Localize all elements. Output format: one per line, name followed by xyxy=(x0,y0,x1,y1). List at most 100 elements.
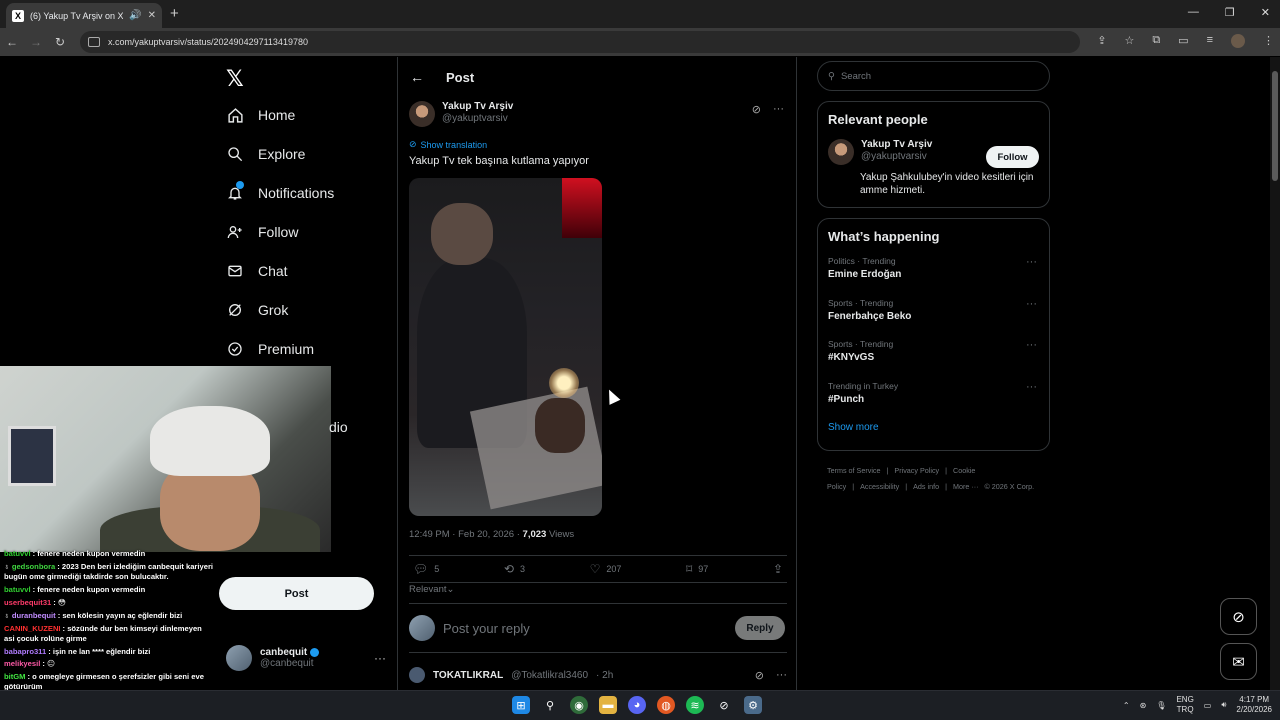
reply-author-handle[interactable]: @Tokatlikral3460 xyxy=(511,670,588,681)
bookmark-icon: ⌑ xyxy=(686,562,693,576)
grok-app-icon[interactable]: ⊘ xyxy=(715,696,733,714)
bookmark-action[interactable]: ⌑ 97 xyxy=(686,562,708,576)
x-logo-icon[interactable]: 𝕏 xyxy=(226,66,244,92)
more-icon[interactable]: ··· xyxy=(374,651,386,665)
avatar[interactable] xyxy=(828,139,854,165)
discord-icon[interactable]: ◕ xyxy=(628,696,646,714)
post-text: Yakup Tv tek başına kutlama yapıyor xyxy=(409,155,589,167)
person-handle[interactable]: @yakuptvarsiv xyxy=(861,151,932,162)
spotify-icon[interactable]: ≋ xyxy=(686,696,704,714)
post-button[interactable]: Post xyxy=(219,577,374,610)
nav-notifications[interactable]: Notifications xyxy=(226,181,334,202)
nav-chat[interactable]: Chat xyxy=(226,262,288,280)
nav-premium[interactable]: Premium xyxy=(226,340,314,358)
obs-icon[interactable]: ◍ xyxy=(657,696,675,714)
nav-home[interactable]: Home xyxy=(226,106,295,124)
profile-avatar-icon[interactable] xyxy=(1231,34,1245,48)
follow-button[interactable]: Follow xyxy=(986,146,1039,168)
author-handle[interactable]: @yakuptvarsiv xyxy=(442,113,513,124)
reply-sort-dropdown[interactable]: Relevant⌄ xyxy=(409,584,454,595)
back-arrow-icon[interactable]: ← xyxy=(410,69,424,85)
browser-tab[interactable]: X (6) Yakup Tv Arşiv on X: "Ya 🔊 ✕ xyxy=(6,3,162,28)
forward-icon[interactable]: → xyxy=(24,35,48,49)
menu-kebab-icon[interactable]: ⋮ xyxy=(1263,34,1274,48)
footer-link[interactable]: © 2026 X Corp. xyxy=(985,482,1035,491)
file-explorer-icon[interactable]: ▬ xyxy=(599,696,617,714)
chrome-icon[interactable]: ◉ xyxy=(570,696,588,714)
bookmark-star-icon[interactable]: ☆ xyxy=(1124,34,1134,48)
author-name[interactable]: Yakup Tv Arşiv xyxy=(442,101,513,112)
nav-explore[interactable]: Explore xyxy=(226,145,305,163)
reload-icon[interactable]: ↻ xyxy=(48,35,72,49)
show-more-link[interactable]: Show more xyxy=(828,422,1039,433)
more-icon[interactable]: ··· xyxy=(1026,381,1037,393)
reply-author-name[interactable]: TOKATLIKRAL xyxy=(433,670,503,681)
chat-message: CANIN_KUZENI: sözünde dur ben kimseyi di… xyxy=(4,623,202,643)
reply-action[interactable]: 💬︎ 5 xyxy=(413,562,439,576)
address-input[interactable]: x.com/yakuptvarsiv/status/20249042971134… xyxy=(80,31,1080,53)
account-name: canbequit xyxy=(260,647,308,658)
search-icon[interactable]: ⚲ xyxy=(541,696,559,714)
repost-action[interactable]: ⟲ 3 xyxy=(504,562,525,576)
reply-item[interactable]: TOKATLIKRAL @Tokatlikral3460 · 2h ⊘ ··· xyxy=(409,667,787,683)
more-icon[interactable]: ··· xyxy=(1026,339,1037,351)
footer-link[interactable]: More ··· xyxy=(953,482,979,491)
share-action[interactable]: ⇪ xyxy=(773,562,783,576)
verified-icon xyxy=(310,647,320,657)
trend-item[interactable]: Trending in Turkey #Punch ··· xyxy=(828,377,1039,419)
footer-link[interactable]: Accessibility xyxy=(860,482,899,491)
footer-link[interactable]: Ads info xyxy=(913,482,939,491)
reply-input[interactable]: Post your reply xyxy=(443,621,727,636)
sidebar-icon[interactable]: ▭ xyxy=(1178,34,1188,48)
nav-label: Home xyxy=(258,107,296,123)
footer-link[interactable]: Privacy Policy xyxy=(894,466,939,475)
clock[interactable]: 4:17 PM 2/20/2026 xyxy=(1236,695,1272,715)
settings-icon[interactable]: ⚙ xyxy=(744,696,762,714)
trend-item[interactable]: Politics · Trending Emine Erdoğan ··· xyxy=(828,252,1039,294)
nav-grok[interactable]: Grok xyxy=(226,301,288,319)
close-tab-icon[interactable]: ✕ xyxy=(148,10,156,21)
site-info-icon[interactable] xyxy=(88,37,100,47)
post-video[interactable] xyxy=(409,178,602,516)
account-switcher[interactable]: canbequit @canbequit ··· xyxy=(226,643,386,673)
install-app-icon[interactable]: ⇪ xyxy=(1097,34,1106,48)
back-icon[interactable]: ← xyxy=(0,35,24,49)
avatar[interactable] xyxy=(409,101,435,127)
extensions-icon[interactable]: ⧉ xyxy=(1152,34,1160,48)
media-controls-icon[interactable]: ≡ xyxy=(1207,34,1213,48)
grok-fab-button[interactable]: ⊘ xyxy=(1220,598,1257,635)
trend-item[interactable]: Sports · Trending #KNYvGS ··· xyxy=(828,335,1039,377)
avatar[interactable] xyxy=(409,667,425,683)
speaker-icon[interactable]: 🔊 xyxy=(129,10,141,21)
volume-icon[interactable]: 🔊︎ xyxy=(1221,700,1226,710)
scrollbar-thumb[interactable] xyxy=(1272,71,1278,181)
language-indicator[interactable]: ENG TRQ xyxy=(1176,695,1193,715)
more-icon[interactable]: ··· xyxy=(773,103,784,116)
display-icon[interactable]: ▭ xyxy=(1204,701,1212,710)
more-icon[interactable]: ··· xyxy=(1026,298,1037,310)
more-icon[interactable]: ··· xyxy=(1026,256,1037,268)
messages-fab-button[interactable]: ✉ xyxy=(1220,643,1257,680)
close-window-icon[interactable]: ✕ xyxy=(1261,6,1270,19)
new-tab-icon[interactable]: + xyxy=(170,5,179,22)
page-scrollbar[interactable] xyxy=(1270,57,1280,690)
show-translation-link[interactable]: ⊘ Show translation xyxy=(409,139,487,150)
nav-follow[interactable]: Follow xyxy=(226,223,298,241)
more-icon[interactable]: ··· xyxy=(776,669,787,682)
footer-link[interactable]: Terms of Service xyxy=(827,466,881,475)
minimize-icon[interactable]: — xyxy=(1188,6,1199,19)
network-icon[interactable]: ⊛ xyxy=(1140,701,1147,710)
trend-item[interactable]: Sports · Trending Fenerbahçe Beko ··· xyxy=(828,294,1039,336)
reply-button[interactable]: Reply xyxy=(735,616,785,640)
post-timestamp[interactable]: 12:49 PM · Feb 20, 2026 · xyxy=(409,529,523,540)
restore-icon[interactable]: ❐ xyxy=(1225,6,1235,19)
search-input[interactable]: ⚲ Search xyxy=(817,61,1050,91)
post-author[interactable]: Yakup Tv Arşiv @yakuptvarsiv xyxy=(409,101,513,127)
chevron-up-icon[interactable]: ⌃ xyxy=(1123,701,1130,710)
grok-icon[interactable]: ⊘ xyxy=(752,103,761,116)
mic-icon[interactable]: 🎙︎ xyxy=(1156,701,1166,710)
like-action[interactable]: ♡ 207 xyxy=(590,562,622,576)
grok-icon[interactable]: ⊘ xyxy=(755,669,764,682)
windows-start-icon[interactable]: ⊞ xyxy=(512,696,530,714)
person-name[interactable]: Yakup Tv Arşiv xyxy=(861,139,932,150)
